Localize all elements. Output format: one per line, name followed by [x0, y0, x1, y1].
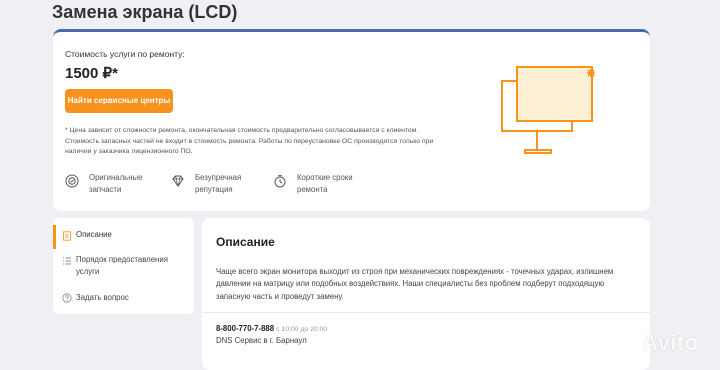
phone-number[interactable]: 8-800-770-7-888 [216, 324, 274, 333]
feature-label: Короткие сроки ремонта [297, 173, 353, 195]
feature-short-terms: Короткие сроки ремонта [273, 172, 362, 196]
working-hours: с 10:00 до 20:00 [276, 326, 328, 333]
feature-reputation: Безупречная репутация [171, 172, 265, 196]
description-title: Описание [216, 235, 275, 249]
sidebar-item-label: Описание [76, 230, 112, 239]
stopwatch-icon [274, 175, 286, 188]
list-icon [63, 257, 71, 265]
active-indicator [53, 225, 56, 249]
sidebar-item-label: Порядок предоставления услуги [76, 255, 168, 277]
price-label: Стоимость услуги по ремонту: [65, 49, 185, 59]
service-location: DNS Сервис в г. Барнаул [216, 336, 307, 345]
phone-line: 8-800-770-7-888 с 10:00 до 20:00 [216, 324, 327, 333]
sidebar-item-label: Задать вопрос [76, 293, 129, 302]
monitor-icon [501, 66, 595, 154]
diamond-icon [172, 175, 184, 188]
avito-watermark: Avito [612, 330, 699, 356]
original-parts-icon [65, 174, 79, 188]
avito-logo-icon [613, 333, 635, 354]
page-title: Замена экрана (LCD) [52, 2, 238, 22]
description-card: Описание Чаще всего экран монитора выход… [202, 218, 650, 370]
description-text: Чаще всего экран монитора выходит из стр… [216, 267, 614, 301]
find-service-centers-button[interactable]: Найти сервисные центры [65, 89, 173, 113]
feature-label: Безупречная репутация [195, 173, 242, 195]
price-card: Стоимость услуги по ремонту: 1500 ₽* Най… [53, 29, 650, 211]
price-note: * Цена зависит от сложности ремонта, око… [65, 127, 434, 156]
feature-original-parts: Оригинальные запчасти [65, 172, 154, 196]
document-icon [63, 231, 71, 241]
feature-label: Оригинальные запчасти [89, 173, 143, 195]
price-value: 1500 ₽* [65, 65, 118, 82]
question-icon [62, 293, 72, 303]
avito-watermark-text: Avito [642, 330, 699, 355]
divider [202, 312, 650, 313]
sidebar-nav: Описание Порядок предоставления услуги З… [53, 218, 194, 314]
